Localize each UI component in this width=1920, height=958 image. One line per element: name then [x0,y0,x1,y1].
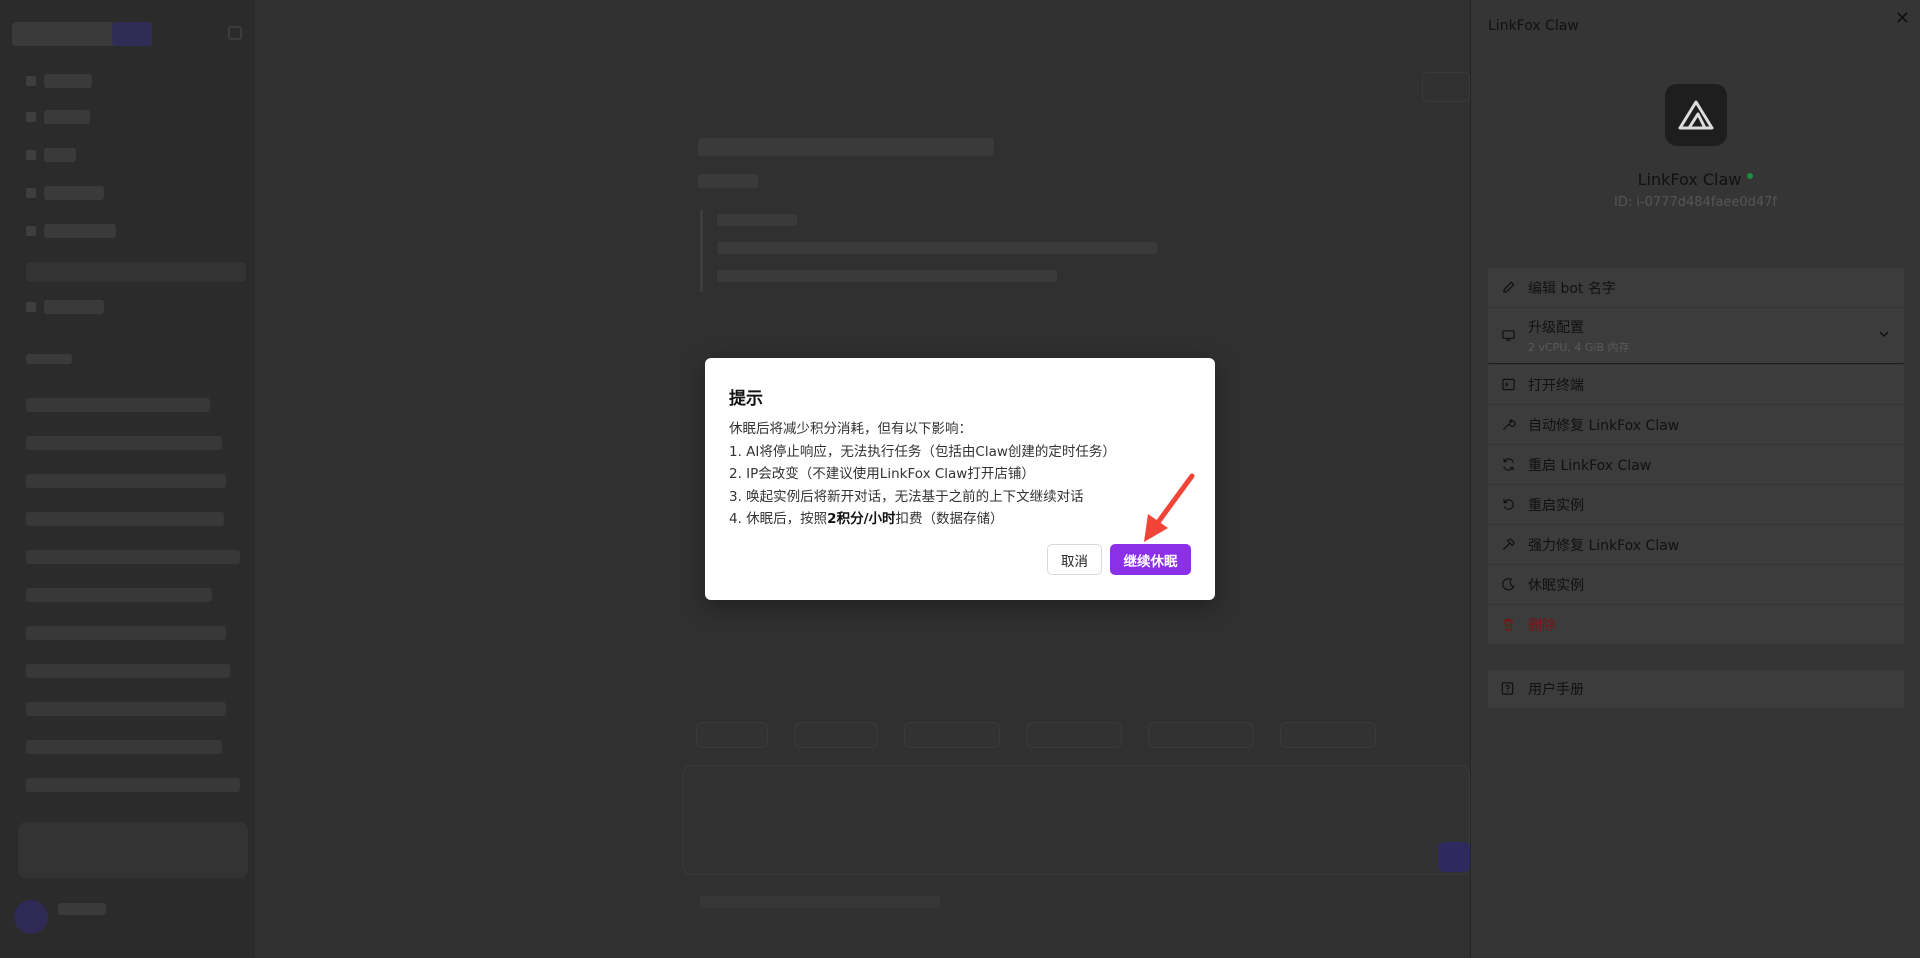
sidebar-item[interactable] [44,148,76,162]
force-repair-button[interactable]: 强力修复 LinkFox Claw [1488,525,1904,564]
menu-item-label: 强力修复 LinkFox Claw [1528,537,1680,554]
restart-instance-button[interactable]: 重启实例 [1488,485,1904,524]
history-item[interactable] [26,778,240,792]
sidebar-collapse-icon[interactable] [228,26,242,40]
bot-panel: LinkFox Claw ✕ LinkFox Claw ID: i-0777d4… [1470,0,1920,958]
annotation-arrow-icon [1144,473,1195,542]
send-button[interactable] [1438,842,1470,872]
history-item[interactable] [26,550,240,564]
menu-item-label: 自动修复 LinkFox Claw [1528,417,1680,434]
menu-item-label: 休眠实例 [1528,577,1584,594]
dialog-item: 1. AI将停止响应，无法执行任务（包括由Claw创建的定时任务） [729,443,1116,460]
chevron-down-icon [1878,328,1890,344]
wrench-icon [1500,417,1516,433]
history-item[interactable] [26,740,222,754]
billing-rate: 2积分/小时 [827,511,896,527]
menu-item-label: 重启 LinkFox Claw [1528,457,1652,474]
menu-item-label: 删除 [1528,617,1556,634]
dialog-item: 2. IP会改变（不建议使用LinkFox Claw打开店铺） [729,466,1035,482]
menu-item-label: 升级配置 [1528,319,1584,336]
history-heading [26,354,72,364]
dialog-item: 3. 唤起实例后将新开对话，无法基于之前的上下文继续对话 [729,488,1084,505]
terminal-icon [1500,377,1516,393]
chat-heading [698,138,994,156]
history-item[interactable] [26,702,226,716]
nav-icon [26,76,36,86]
chat-composer[interactable] [682,765,1470,875]
nav-icon [26,226,36,236]
history-item[interactable] [26,512,224,526]
quick-chip[interactable] [904,722,1000,748]
billing-suffix: 扣费（数据存储） [895,511,1004,527]
history-item[interactable] [26,664,230,678]
quick-chip[interactable] [1026,722,1122,748]
dialog-body: 休眠后将减少积分消耗，但有以下影响： 1. AI将停止响应，无法执行任务（包括由… [729,418,1116,531]
bot-menu: 编辑 bot 名字 升级配置 2 vCPU, 4 GiB 内存 打开终端 自动修… [1488,268,1904,645]
bot-avatar [1665,84,1727,146]
refresh-icon [1500,457,1516,473]
top-action-button[interactable] [1422,72,1470,102]
user-name [58,903,106,915]
panel-title: LinkFox Claw [1488,18,1579,34]
close-icon[interactable]: ✕ [1895,8,1910,29]
cancel-button[interactable]: 取消 [1047,544,1102,575]
sidebar-item[interactable] [44,300,104,314]
chat-text [698,174,758,188]
auto-repair-button[interactable]: 自动修复 LinkFox Claw [1488,405,1904,444]
help-doc-icon [1500,681,1516,697]
sidebar [0,0,255,958]
open-terminal-button[interactable]: 打开终端 [1488,365,1904,404]
nav-icon [26,150,36,160]
history-item[interactable] [26,626,226,640]
sidebar-item[interactable] [44,110,90,124]
nav-icon [26,112,36,122]
menu-item-label: 编辑 bot 名字 [1528,280,1616,297]
menu-item-label: 重启实例 [1528,497,1584,514]
delete-button[interactable]: 删除 [1488,605,1904,644]
avatar[interactable] [14,900,48,934]
edit-bot-name-button[interactable]: 编辑 bot 名字 [1488,268,1904,307]
trash-icon [1500,617,1516,633]
history-item[interactable] [26,474,226,488]
dialog-item-billing: 4. 休眠后，按照2积分/小时扣费（数据存储） [729,508,1116,531]
moon-icon [1500,577,1516,593]
sidebar-item[interactable] [44,224,116,238]
account-card[interactable] [18,822,248,878]
bot-name-row: LinkFox Claw [1471,170,1920,189]
sidebar-item[interactable] [44,186,104,200]
quick-chip[interactable] [696,722,768,748]
dialog-intro: 休眠后将减少积分消耗，但有以下影响： [729,421,972,437]
upgrade-config-dropdown[interactable]: 升级配置 2 vCPU, 4 GiB 内存 [1488,308,1904,364]
restart-claw-button[interactable]: 重启 LinkFox Claw [1488,445,1904,484]
monitor-icon [1500,328,1516,344]
hammer-icon [1500,537,1516,553]
billing-prefix: 4. 休眠后，按照 [729,511,828,527]
config-spec: 2 vCPU, 4 GiB 内存 [1528,340,1630,354]
chat-quote [700,210,1170,292]
quick-chip[interactable] [1280,722,1376,748]
pencil-icon [1500,280,1516,296]
bot-logo-icon [1678,100,1714,130]
nav-icon [26,302,36,312]
dialog-title: 提示 [729,389,763,409]
manual-label: 用户手册 [1528,682,1584,698]
hibernate-instance-button[interactable]: 休眠实例 [1488,565,1904,604]
history-item[interactable] [26,588,212,602]
sidebar-item-active[interactable] [26,262,246,282]
bot-name: LinkFox Claw [1637,170,1742,189]
menu-item-label: 打开终端 [1528,377,1584,394]
history-item[interactable] [26,398,210,412]
sidebar-item[interactable] [44,74,92,88]
quick-chip[interactable] [794,722,878,748]
quick-chip[interactable] [1148,722,1254,748]
user-manual-button[interactable]: 用户手册 [1488,670,1904,708]
nav-icon [26,188,36,198]
history-item[interactable] [26,436,222,450]
app-logo [12,22,152,46]
rotate-icon [1500,497,1516,513]
bot-id: ID: i-0777d484faee0d47f [1614,195,1777,210]
footer-note [700,896,940,908]
online-status-dot [1747,172,1754,179]
